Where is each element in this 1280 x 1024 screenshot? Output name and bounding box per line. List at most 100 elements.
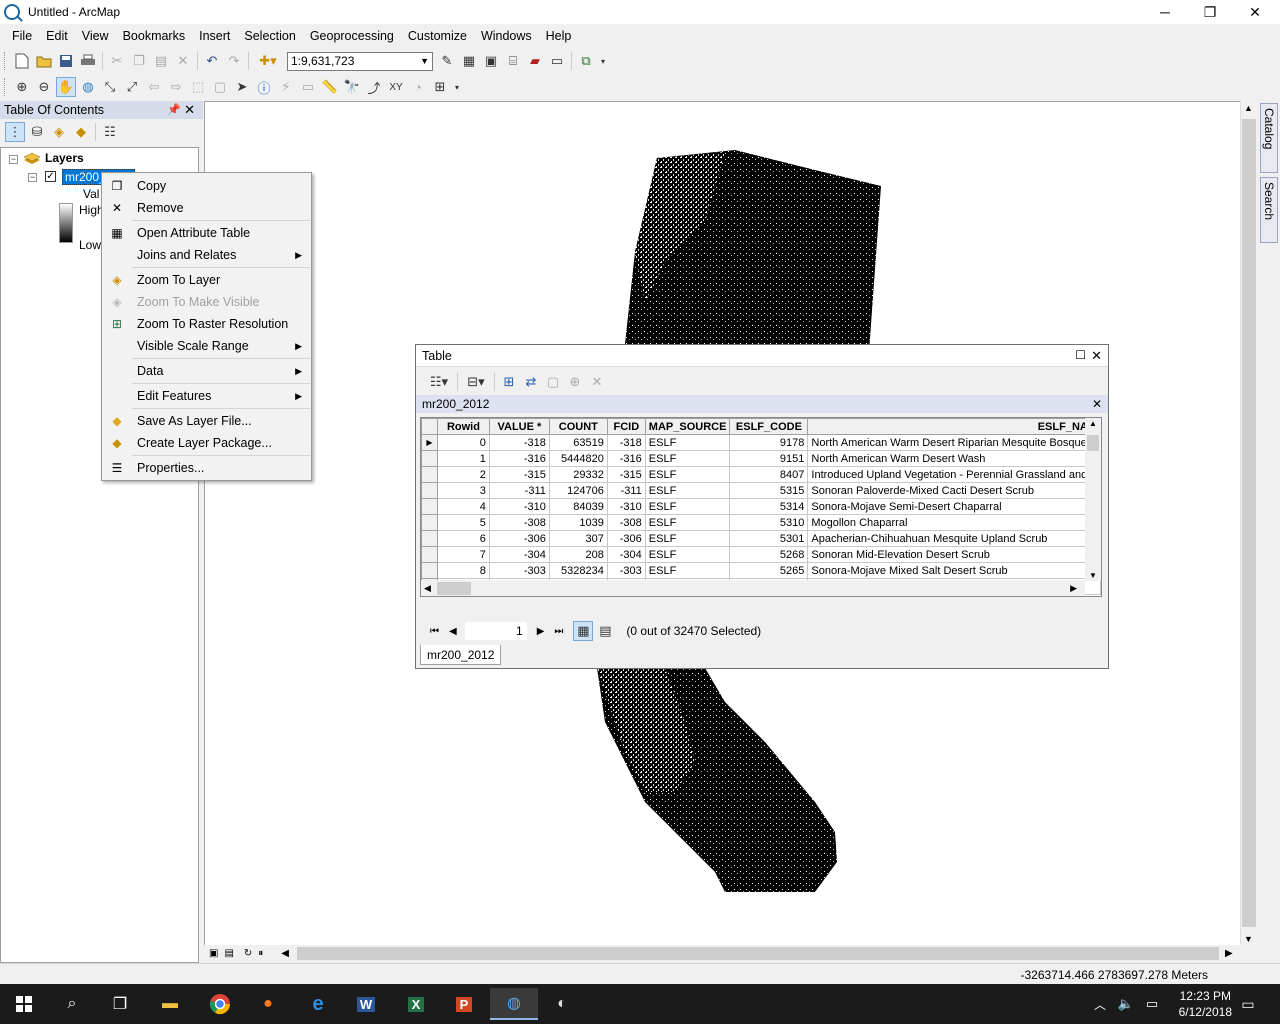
table-cell[interactable]: ESLF — [644, 498, 731, 515]
table-cell[interactable]: -308 — [606, 514, 646, 531]
table-cell[interactable]: 0 — [436, 434, 490, 451]
maximize-icon[interactable]: ☐ — [1075, 348, 1086, 362]
delete-selected-icon[interactable]: ✕ — [587, 372, 607, 392]
table-cell[interactable]: -303 — [606, 562, 646, 579]
windows-start-icon[interactable] — [0, 988, 48, 1020]
zoom-to-selected-icon[interactable]: ⊕ — [565, 372, 585, 392]
table-cell[interactable]: -310 — [488, 498, 550, 515]
table-cell[interactable]: -316 — [488, 450, 550, 467]
row-selector[interactable] — [421, 466, 438, 483]
table-horizontal-scrollbar[interactable]: ◀ ▶ — [421, 580, 1085, 596]
create-viewer-window-icon[interactable]: ⊞ — [430, 77, 450, 97]
table-row[interactable]: 1 -316 5444820 -316 ESLF 9151 North American W… — [421, 450, 1101, 467]
table-cell[interactable]: 1 — [436, 450, 490, 467]
table-cell[interactable]: Sonora-Mojave Semi-Desert Chaparral — [807, 498, 1101, 515]
table-of-contents-icon[interactable]: ▦ — [459, 51, 479, 71]
toolbar-overflow-icon[interactable]: ▾ — [598, 51, 608, 71]
save-icon[interactable] — [56, 51, 76, 71]
table-cell[interactable]: -304 — [606, 546, 646, 563]
map-scale-combobox[interactable]: 1:9,631,723 ▼ — [287, 51, 433, 71]
menu-item-zoom-to-layer[interactable]: ◈ Zoom To Layer — [103, 269, 310, 291]
minimize-button[interactable]: ─ — [1142, 0, 1188, 24]
volume-icon[interactable]: 🔈 — [1114, 988, 1138, 1020]
table-cell[interactable]: 307 — [548, 530, 608, 547]
table-cell[interactable]: North American Warm Desert Wash — [807, 450, 1101, 467]
open-folder-icon[interactable] — [34, 51, 54, 71]
menu-windows[interactable]: Windows — [474, 26, 539, 46]
table-cell[interactable]: -311 — [488, 482, 550, 499]
clear-selection-icon[interactable]: ▢ — [210, 77, 230, 97]
delete-icon[interactable]: ✕ — [173, 51, 193, 71]
table-cell[interactable]: 8407 — [729, 466, 809, 483]
editor-toolbar-icon[interactable]: ✎ — [437, 51, 457, 71]
table-cell[interactable]: -306 — [606, 530, 646, 547]
table-cell[interactable]: North American Warm Desert Riparian Mesq… — [807, 434, 1101, 451]
table-cell[interactable]: 2 — [436, 466, 490, 483]
add-data-icon[interactable]: ✚▾ — [253, 51, 283, 71]
table-cell[interactable]: -303 — [488, 562, 550, 579]
python-window-icon[interactable]: ▭ — [547, 51, 567, 71]
toolbar-grip[interactable] — [4, 52, 7, 70]
row-selector[interactable] — [421, 562, 438, 579]
table-cell[interactable]: 208 — [548, 546, 608, 563]
row-selector[interactable] — [421, 482, 438, 499]
table-cell[interactable]: 3 — [436, 482, 490, 499]
column-header[interactable]: FCID — [606, 418, 646, 435]
table-row[interactable]: 5 -308 1039 -308 ESLF 5310 Mogollon Chaparral — [421, 514, 1101, 531]
scroll-right-icon[interactable]: ▶ — [1070, 583, 1077, 594]
options-icon[interactable]: ☷ — [100, 122, 120, 142]
table-cell[interactable]: -318 — [488, 434, 550, 451]
catalog-tab[interactable]: Catalog — [1260, 103, 1278, 173]
zoom-in-icon[interactable]: ⊕ — [12, 77, 32, 97]
go-to-xy-icon[interactable]: XY — [386, 77, 406, 97]
table-cell[interactable]: Sonora-Mojave Mixed Salt Desert Scrub — [807, 562, 1101, 579]
menu-item-open-attribute-table[interactable]: ▦ Open Attribute Table — [103, 222, 310, 244]
table-cell[interactable]: -315 — [606, 466, 646, 483]
hyperlink-icon[interactable]: ⚡ — [276, 77, 296, 97]
table-cell[interactable]: ESLF — [644, 530, 731, 547]
row-selector[interactable] — [421, 498, 438, 515]
redo-icon[interactable]: ↷ — [224, 51, 244, 71]
list-by-drawing-order-icon[interactable]: ⋮ — [5, 122, 25, 142]
table-cell[interactable]: 29332 — [548, 466, 608, 483]
paste-icon[interactable]: ▤ — [151, 51, 171, 71]
column-header[interactable]: MAP_SOURCE — [644, 418, 731, 435]
html-popup-icon[interactable]: ▭ — [298, 77, 318, 97]
table-cell[interactable]: ESLF — [644, 514, 731, 531]
table-cell[interactable]: -310 — [606, 498, 646, 515]
show-all-records-icon[interactable]: ▦ — [573, 621, 594, 641]
table-cell[interactable]: -318 — [606, 434, 646, 451]
table-cell[interactable]: -311 — [606, 482, 646, 499]
row-selector[interactable]: ▶ — [421, 434, 438, 451]
table-cell[interactable]: 5444820 — [548, 450, 608, 467]
table-cell[interactable]: ESLF — [644, 466, 731, 483]
arccatalog-taskbar-icon[interactable]: ◐ — [538, 988, 586, 1020]
menu-item-create-layer-package[interactable]: ◆ Create Layer Package... — [103, 432, 310, 454]
table-row[interactable]: 8 -303 5328234 -303 ESLF 5265 Sonora-Mojave Mi… — [421, 562, 1101, 579]
scroll-up-icon[interactable]: ▲ — [1244, 103, 1253, 113]
edge-icon[interactable]: e — [294, 988, 342, 1020]
toolbar-overflow-icon[interactable]: ▾ — [452, 77, 462, 97]
table-cell[interactable]: 5265 — [729, 562, 809, 579]
clear-selection-icon[interactable]: ▢ — [543, 372, 563, 392]
clock[interactable]: 12:23 PM 6/12/2018 — [1179, 988, 1232, 1020]
list-by-selection-icon[interactable]: ◆ — [71, 122, 91, 142]
table-vertical-scroll-thumb[interactable] — [1087, 435, 1099, 451]
network-icon[interactable]: ▭ — [1140, 988, 1164, 1020]
scroll-left-icon[interactable]: ◀ — [281, 948, 289, 959]
table-cell[interactable]: Mogollon Chaparral — [807, 514, 1101, 531]
table-row[interactable]: 6 -306 307 -306 ESLF 5301 Apacherian-Chihuahua… — [421, 530, 1101, 547]
close-icon[interactable]: ✕ — [1092, 397, 1102, 411]
data-view-icon[interactable]: ▣ — [209, 948, 218, 959]
find-route-icon[interactable]: ⤴ — [364, 77, 384, 97]
find-icon[interactable]: 🔭 — [342, 77, 362, 97]
menu-file[interactable]: File — [5, 26, 39, 46]
row-selector[interactable] — [421, 546, 438, 563]
related-tables-icon[interactable]: ⊟▾ — [462, 372, 490, 392]
chrome-icon[interactable] — [196, 988, 244, 1020]
close-button[interactable]: ✕ — [1232, 0, 1278, 24]
menu-view[interactable]: View — [75, 26, 116, 46]
catalog-window-icon[interactable]: ▣ — [481, 51, 501, 71]
copy-icon[interactable]: ❐ — [129, 51, 149, 71]
undo-icon[interactable]: ↶ — [202, 51, 222, 71]
